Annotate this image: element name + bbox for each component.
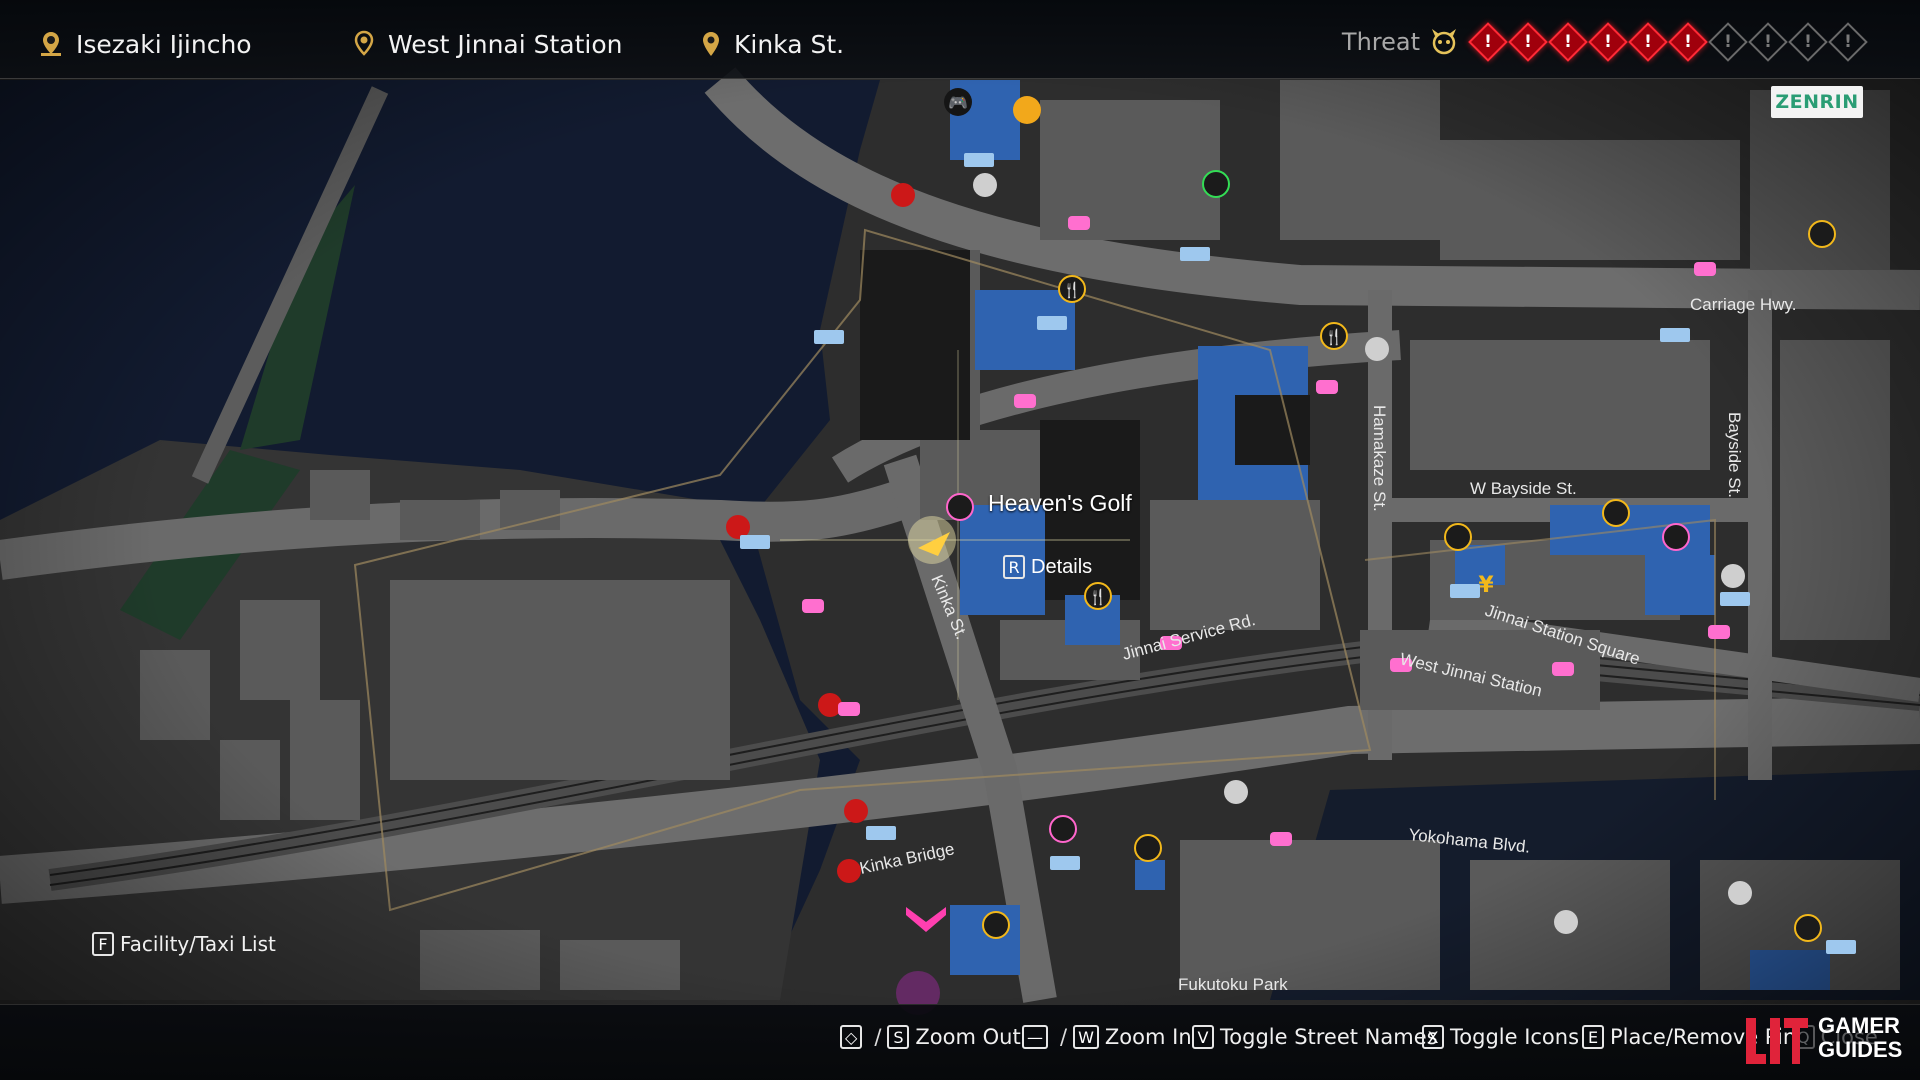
no-entry-icon — [844, 799, 868, 823]
no-entry-icon — [837, 859, 861, 883]
street-w-bayside: W Bayside St. — [1470, 479, 1577, 498]
area-pin-icon — [354, 30, 374, 56]
threat-pip: ! — [1628, 22, 1668, 62]
zoom-out-label: Zoom Out — [915, 1025, 1021, 1049]
threat-pip: ! — [1468, 22, 1508, 62]
zoom-in-control[interactable]: — / W Zoom In — [1022, 1020, 1192, 1054]
details-label: Details — [1031, 555, 1093, 578]
zoom-out-control[interactable]: ◇ / S Zoom Out — [840, 1020, 1021, 1054]
stick-icon: ◇ — [840, 1025, 863, 1049]
street-pin-icon — [703, 32, 719, 56]
place-pin-key: E — [1582, 1025, 1604, 1049]
svg-text:🍴: 🍴 — [1063, 281, 1082, 299]
street-bayside: Bayside St. — [1725, 412, 1744, 498]
map-attribution: ZENRIN — [1771, 86, 1863, 118]
street-carriage: Carriage Hwy. — [1690, 295, 1796, 314]
threat-pip-mark: ! — [1484, 32, 1492, 52]
shop-cart-icon[interactable] — [1134, 834, 1162, 862]
logo-line2: GUIDES — [1818, 1037, 1903, 1062]
toggle-icons-key: X — [1422, 1025, 1444, 1049]
facility-key: F — [92, 932, 114, 956]
toggle-names-label: Toggle Street Names — [1220, 1025, 1438, 1049]
shop-cart-icon[interactable] — [1808, 220, 1836, 248]
threat-meter: Threat !!!!!!!!!! — [1342, 22, 1868, 62]
yen-icon[interactable]: ¥ — [1478, 573, 1494, 598]
gamepad-icon[interactable] — [946, 493, 974, 521]
vignette — [0, 0, 1920, 1080]
threat-pip-mark: ! — [1564, 32, 1572, 52]
gamepad-icon[interactable] — [1049, 815, 1077, 843]
district-label: Isezaki Ijincho — [76, 29, 252, 59]
facility-taxi-list-prompt[interactable]: F Facility/Taxi List — [92, 932, 276, 956]
threat-pip-mark: ! — [1804, 32, 1812, 52]
zoom-in-label: Zoom In — [1104, 1025, 1192, 1049]
threat-pip: ! — [1788, 22, 1828, 62]
drink-icon[interactable] — [1202, 170, 1230, 198]
restaurant-icon[interactable] — [1794, 914, 1822, 942]
toggle-street-names-control[interactable]: V Toggle Street Names — [1192, 1020, 1438, 1054]
threat-pip-mark: ! — [1764, 32, 1772, 52]
player-halo — [908, 516, 956, 564]
threat-pip-mark: ! — [1844, 32, 1852, 52]
facility-name: Heaven's Golf — [988, 490, 1132, 516]
details-prompt[interactable]: R Details — [1003, 555, 1092, 579]
threat-pip: ! — [1708, 22, 1748, 62]
area-label: West Jinnai Station — [388, 29, 623, 59]
location-district: Isezaki Ijincho — [36, 26, 252, 62]
demon-icon — [1432, 29, 1456, 55]
location-area: West Jinnai Station — [350, 26, 623, 62]
threat-pip: ! — [1748, 22, 1788, 62]
district-pin-icon — [41, 32, 61, 56]
zoom-out-key: S — [887, 1025, 910, 1049]
location-street: Kinka St. — [698, 26, 844, 62]
threat-pip-mark: ! — [1724, 32, 1732, 52]
threat-pip: ! — [1828, 22, 1868, 62]
svg-text:🎮: 🎮 — [948, 93, 968, 112]
threat-label: Threat — [1341, 28, 1420, 56]
street-hamakaze: Hamakaze St. — [1370, 405, 1389, 512]
threat-pip: ! — [1588, 22, 1628, 62]
threat-pip: ! — [1668, 22, 1708, 62]
svg-text:🍴: 🍴 — [1325, 328, 1344, 346]
toggle-names-key: V — [1192, 1025, 1214, 1049]
threat-pip-mark: ! — [1524, 32, 1532, 52]
zoom-in-key: W — [1073, 1025, 1099, 1049]
svg-text:🍴: 🍴 — [1089, 588, 1108, 606]
threat-pip-mark: ! — [1644, 32, 1652, 52]
shop-cart-icon[interactable] — [1602, 499, 1630, 527]
threat-gauge: !!!!!!!!!! — [1468, 22, 1868, 62]
threat-pip: ! — [1548, 22, 1588, 62]
logo-line1: GAMER — [1818, 1013, 1900, 1038]
restaurant-icon[interactable] — [982, 911, 1010, 939]
city-map[interactable]: 🎮 🍴 🍴 🍴 ¥ Carriage Hwy. Hamakaze St. Bay… — [0, 0, 1920, 1080]
shop-cart-icon[interactable] — [1444, 523, 1472, 551]
logo-mark-icon — [1746, 1018, 1808, 1064]
details-key: R — [1003, 555, 1025, 579]
street-label: Kinka St. — [734, 29, 845, 59]
stick-press-icon: — — [1022, 1025, 1048, 1049]
toggle-icons-label: Toggle Icons — [1450, 1025, 1580, 1049]
threat-pip-mark: ! — [1684, 32, 1692, 52]
map-screen: 🎮 🍴 🍴 🍴 ¥ Carriage Hwy. Hamakaze St. Bay… — [0, 0, 1920, 1080]
street-fukutoku: Fukutoku Park — [1178, 975, 1288, 994]
no-entry-icon — [891, 183, 915, 207]
toggle-icons-control[interactable]: X Toggle Icons — [1422, 1020, 1579, 1054]
top-bar: Isezaki Ijincho West Jinnai Station Kink… — [0, 0, 1920, 79]
threat-pip: ! — [1508, 22, 1548, 62]
no-entry-icon[interactable] — [1013, 96, 1041, 124]
gamepad-icon[interactable] — [1662, 523, 1690, 551]
threat-pip-mark: ! — [1604, 32, 1612, 52]
gamer-guides-logo: GAMER GUIDES — [1742, 1008, 1912, 1072]
facility-label: Facility/Taxi List — [120, 932, 276, 956]
